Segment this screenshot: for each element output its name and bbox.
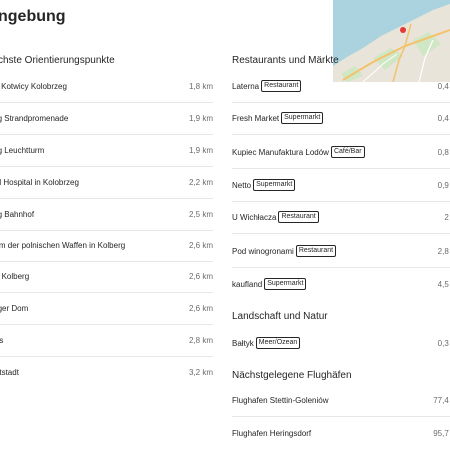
landmark-name: onal Hospital in Kolobrzeg [0, 177, 79, 187]
restaurant-row[interactable]: Fresh Market Supermarkt 0,4 k [232, 102, 450, 135]
restaurant-distance: 4,5 k [437, 279, 450, 289]
landmark-distance: 2,5 km [188, 209, 213, 219]
landmark-distance: 2,2 km [188, 177, 213, 187]
nature-name: Bałtyk [232, 338, 254, 348]
restaurant-name: Laterna [232, 81, 260, 91]
restaurant-name: Netto [232, 180, 252, 190]
landmark-row[interactable]: tion Kotwicy Kolobrzeg 1,8 km [0, 70, 213, 103]
landmark-distance: 2,6 km [188, 240, 213, 250]
landmark-distance: 2,6 km [188, 271, 213, 281]
airport-distance: 77,4 k [433, 395, 450, 405]
nature-title: Landschaft und Natur [232, 311, 328, 322]
category-tag: Supermarkt [253, 179, 296, 191]
category-tag: Café/Bar [330, 146, 365, 158]
landmark-row[interactable]: onal Hospital in Kolobrzeg 2,2 km [0, 166, 213, 199]
landmark-distance: 1,9 km [188, 113, 213, 123]
restaurant-distance: 0,9 k [437, 180, 450, 190]
nature-row[interactable]: Bałtyk Meer/Ozean 0,3 k [232, 327, 450, 359]
nature-distance: 0,3 k [437, 338, 450, 348]
restaurant-row[interactable]: Pod winogronami Restaurant 2,8 k [232, 235, 450, 268]
airport-name: Flughafen Stettin-Goleniów [232, 395, 329, 405]
landmark-row[interactable]: e Altstadt 3,2 km [0, 356, 213, 388]
landmark-name: berg Leuchtturm [0, 145, 45, 155]
category-tag: Restaurant [295, 245, 337, 257]
landmark-name: berg Strandpromenade [0, 113, 69, 123]
category-tag: Supermarkt [264, 278, 307, 290]
landmark-name: berger Dom [0, 303, 29, 313]
restaurant-name: U Wichłacza [232, 212, 277, 222]
airport-row[interactable]: Flughafen Stettin-Goleniów 77,4 k [232, 384, 450, 417]
category-tag: Restaurant [261, 80, 302, 92]
restaurant-row[interactable]: Kupiec Manufaktura Lodów Café/Bar 0,8 k [232, 136, 450, 169]
restaurant-distance: 2 k [444, 212, 450, 222]
page-title: ngebung [0, 8, 66, 25]
landmark-distance: 3,2 km [188, 367, 213, 377]
airports-title: Nächstgelegene Flughäfen [232, 370, 352, 381]
category-tag: Meer/Ozean [255, 337, 301, 349]
restaurant-row[interactable]: Laterna Restaurant 0,4 k [232, 70, 450, 103]
restaurant-distance: 0,8 k [437, 147, 450, 157]
landmark-row[interactable]: berg Strandpromenade 1,9 km [0, 102, 213, 135]
restaurant-row[interactable]: U Wichłacza Restaurant 2 k [232, 201, 450, 234]
airport-name: Flughafen Heringsdorf [232, 428, 312, 438]
landmark-row[interactable]: berg Bahnhof 2,5 km [0, 198, 213, 231]
restaurant-name: kaufland [232, 279, 263, 289]
landmark-name: ung Kolberg [0, 271, 30, 281]
landmark-name: e Altstadt [0, 367, 19, 377]
restaurant-distance: 0,4 k [437, 81, 450, 91]
restaurant-distance: 0,4 k [437, 113, 450, 123]
restaurant-row[interactable]: Netto Supermarkt 0,9 k [232, 169, 450, 202]
landmark-row[interactable]: seum der polnischen Waffen in Kolberg 2,… [0, 229, 213, 262]
landmark-row[interactable]: berger Dom 2,6 km [0, 292, 213, 325]
restaurant-row[interactable]: kaufland Supermarkt 4,5 k [232, 268, 450, 300]
landmark-distance: 2,6 km [188, 303, 213, 313]
landmark-row[interactable]: berg Leuchtturm 1,9 km [0, 134, 213, 167]
landmark-name: seum der polnischen Waffen in Kolberg [0, 240, 126, 250]
restaurant-name: Pod winogronami [232, 246, 294, 256]
airport-row[interactable]: Flughafen Heringsdorf 95,7 k [232, 417, 450, 449]
landmarks-title: chste Orientierungspunkte [0, 55, 115, 66]
landmark-row[interactable]: ung Kolberg 2,6 km [0, 260, 213, 293]
restaurants-title: Restaurants und Märkte [232, 55, 339, 66]
landmark-distance: 1,9 km [188, 145, 213, 155]
restaurant-name: Fresh Market [232, 113, 280, 123]
landmark-name: tion Kotwicy Kolobrzeg [0, 81, 67, 91]
category-tag: Restaurant [278, 211, 319, 223]
landmark-distance: 2,8 km [188, 335, 213, 345]
landmark-name: berg Bahnhof [0, 209, 35, 219]
category-tag: Supermarkt [281, 112, 324, 124]
airport-distance: 95,7 k [433, 428, 450, 438]
landmark-name: haus [0, 335, 4, 345]
landmark-distance: 1,8 km [188, 81, 213, 91]
restaurant-name: Kupiec Manufaktura Lodów [232, 147, 329, 157]
landmark-row[interactable]: haus 2,8 km [0, 324, 213, 357]
restaurant-distance: 2,8 k [437, 246, 450, 256]
